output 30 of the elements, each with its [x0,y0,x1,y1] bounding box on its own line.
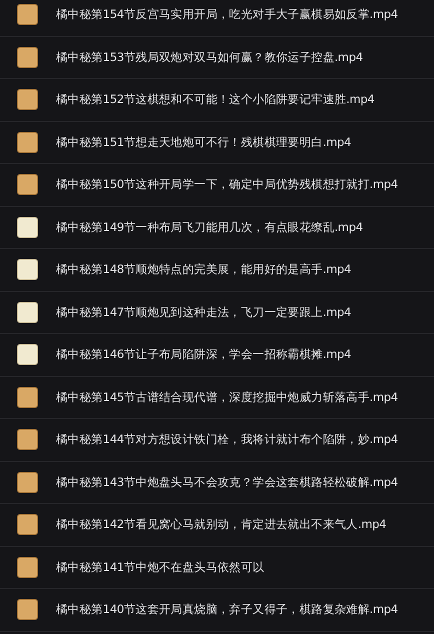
video-thumbnail [17,556,38,578]
video-thumbnail [17,472,38,493]
file-name[interactable]: 橘中秘第142节看见窝心马就别动，肯定进去就出不来气人.mp4 [56,517,386,532]
file-name[interactable]: 橘中秘第153节残局双炮对双马如何赢？教你运子控盘.mp4 [56,50,363,65]
file-name[interactable]: 橘中秘第143节中炮盘头马不会攻克？学会这套棋路轻松破解.mp4 [56,474,398,490]
file-name[interactable]: 橘中秘第150节这种开局学一下，确定中局优势残棋想打就打.mp4 [56,177,398,192]
file-name[interactable]: 橘中秘第146节让子布局陷阱深，学会一招称霸棋摊.mp4 [56,347,352,362]
file-name[interactable]: 橘中秘第141节中炮不在盘头马依然可以 [56,560,264,575]
video-thumbnail [17,46,38,68]
video-thumbnail [17,344,38,366]
file-name[interactable]: 橘中秘第145节古谱结合现代谱，深度挖掘中炮威力斩落高手.mp4 [56,390,398,405]
video-thumbnail [17,174,38,196]
file-name[interactable]: 橘中秘第154节反宫马实用开局，吃光对手大子赢棋易如反掌.mp4 [56,7,398,22]
video-thumbnail [17,216,38,238]
video-thumbnail [17,89,38,110]
file-name[interactable]: 橘中秘第140节这套开局真烧脑，弃子又得子，棋路复杂难解.mp4 [56,602,398,618]
video-thumbnail [17,302,38,323]
video-thumbnail [17,599,38,620]
video-thumbnail [17,4,38,26]
video-thumbnail [17,259,38,280]
video-thumbnail [17,132,38,153]
file-name[interactable]: 橘中秘第152节这棋想和不可能！这个小陷阱要记牢速胜.mp4 [56,92,374,108]
video-thumbnail [17,429,38,450]
file-name[interactable]: 橘中秘第147节顺炮见到这种走法，飞刀一定要跟上.mp4 [56,304,352,320]
video-thumbnail [17,514,38,536]
file-name[interactable]: 橘中秘第149节一种布局飞刀能用几次，有点眼花缭乱.mp4 [56,220,363,235]
video-thumbnail [17,386,38,408]
file-name[interactable]: 橘中秘第151节想走天地炮可不行！残棋棋理要明白.mp4 [56,134,352,150]
file-name[interactable]: 橘中秘第144节对方想设计铁门栓，我将计就计布个陷阱，妙.mp4 [56,432,398,448]
file-name[interactable]: 橘中秘第148节顺炮特点的完美展，能用好的是高手.mp4 [56,262,352,278]
